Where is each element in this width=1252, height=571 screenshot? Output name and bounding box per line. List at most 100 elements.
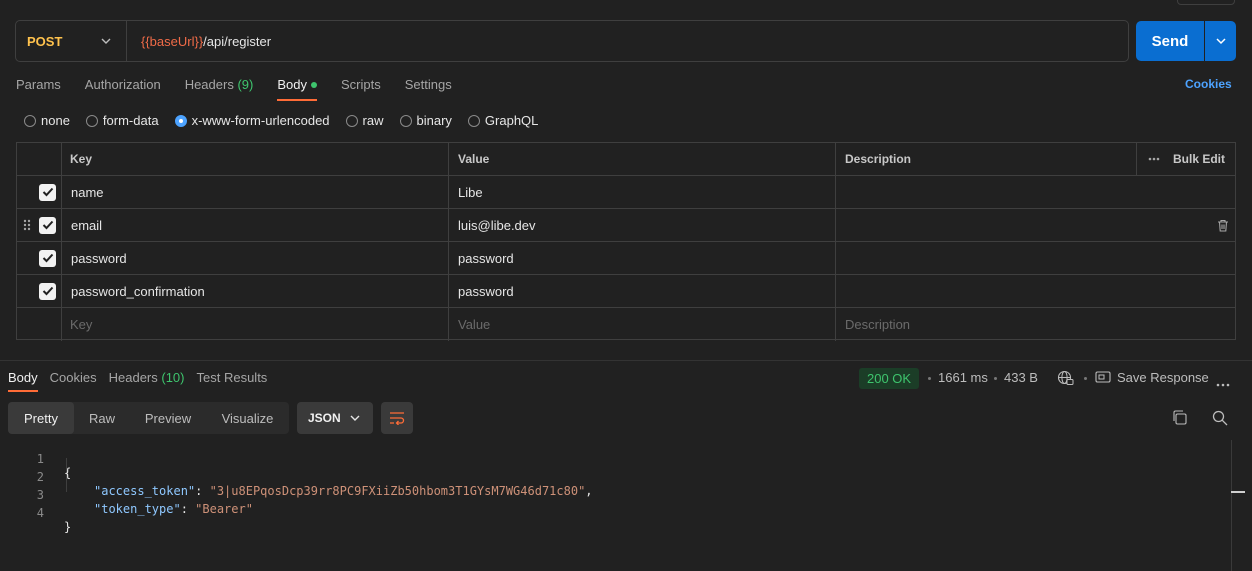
- chevron-down-icon: [350, 415, 360, 421]
- response-body-code[interactable]: 1 { 2 "access_token": "3|u8EPqosDcp39rr8…: [0, 438, 1232, 534]
- method-label: POST: [27, 33, 63, 49]
- table-header: Key Value Description Bulk Edit: [17, 143, 1235, 176]
- line-number: 4: [36, 506, 44, 520]
- save-icon[interactable]: [1095, 370, 1111, 387]
- chevron-down-icon: [1215, 38, 1226, 45]
- wrap-lines-button[interactable]: [381, 402, 413, 434]
- header-value: Value: [458, 152, 490, 166]
- headers-count: (9): [237, 77, 254, 92]
- code-text: }: [64, 520, 72, 534]
- save-response-button[interactable]: Save Response: [1117, 370, 1209, 385]
- table-row: password password: [17, 242, 1235, 275]
- url-path: /api/register: [203, 33, 272, 49]
- radio-icon: [85, 114, 98, 127]
- response-tabs: Body Cookies Headers (10) Test Results: [8, 370, 279, 392]
- tab-params[interactable]: Params: [16, 77, 61, 101]
- new-key-input[interactable]: Key: [70, 308, 92, 341]
- more-options-icon[interactable]: [1216, 375, 1230, 390]
- table-row: name Libe: [17, 176, 1235, 209]
- row-value[interactable]: password: [458, 275, 514, 307]
- body-type-urlencoded[interactable]: x-www-form-urlencoded: [174, 113, 330, 128]
- row-checkbox[interactable]: [39, 242, 56, 274]
- response-size[interactable]: 433 B: [1004, 370, 1038, 385]
- body-type-form-data[interactable]: form-data: [85, 113, 159, 128]
- table-row: email luis@libe.dev: [17, 209, 1235, 242]
- row-key[interactable]: email: [71, 209, 102, 241]
- table-row-empty: Key Value Description: [17, 308, 1235, 341]
- radio-selected-icon: [174, 114, 187, 127]
- row-value[interactable]: luis@libe.dev: [458, 209, 536, 241]
- radio-icon: [24, 114, 36, 127]
- separator-dot: [994, 377, 997, 380]
- url-variable: {{baseUrl}}: [141, 33, 204, 49]
- response-time[interactable]: 1661 ms: [938, 370, 988, 385]
- row-checkbox[interactable]: [39, 209, 56, 241]
- radio-icon: [467, 114, 480, 127]
- code-line: 4 }: [0, 492, 1232, 534]
- cookies-link[interactable]: Cookies: [1185, 77, 1232, 91]
- drag-handle-icon[interactable]: [23, 209, 31, 241]
- request-url-bar: POST {{baseUrl}}/api/register: [15, 20, 1129, 62]
- response-tab-body[interactable]: Body: [8, 370, 38, 392]
- header-description: Description: [845, 152, 912, 166]
- format-preview[interactable]: Preview: [130, 402, 206, 434]
- language-select[interactable]: JSON: [297, 402, 373, 434]
- send-button[interactable]: Send: [1136, 21, 1204, 61]
- code-line: 2 "access_token": "3|u8EPqosDcp39rr8PC9F…: [0, 456, 1232, 498]
- method-select[interactable]: POST: [16, 21, 127, 61]
- code-line: 3 "token_type": "Bearer": [0, 474, 1232, 516]
- new-description-input[interactable]: Description: [845, 308, 910, 341]
- tab-authorization[interactable]: Authorization: [85, 77, 161, 101]
- response-divider[interactable]: [0, 360, 1252, 361]
- code-line: 1 {: [0, 438, 1232, 480]
- scrollbar-track[interactable]: [1231, 440, 1232, 571]
- row-key[interactable]: password_confirmation: [71, 275, 205, 307]
- radio-icon: [345, 114, 358, 127]
- format-toggle: Pretty Raw Preview Visualize: [8, 402, 289, 434]
- body-type-raw[interactable]: raw: [345, 113, 384, 128]
- format-raw[interactable]: Raw: [74, 402, 130, 434]
- bulk-edit-button[interactable]: Bulk Edit: [1173, 143, 1225, 175]
- check-icon: [42, 187, 53, 197]
- trash-icon[interactable]: [1217, 209, 1229, 241]
- wrap-lines-icon: [390, 412, 405, 425]
- row-key[interactable]: name: [71, 176, 104, 208]
- body-type-none[interactable]: none: [24, 113, 70, 128]
- row-checkbox[interactable]: [39, 275, 56, 307]
- row-key[interactable]: password: [71, 242, 127, 274]
- body-type-graphql[interactable]: GraphQL: [467, 113, 538, 128]
- row-value[interactable]: Libe: [458, 176, 483, 208]
- header-key: Key: [70, 152, 93, 166]
- body-type-binary[interactable]: binary: [399, 113, 452, 128]
- response-tab-cookies[interactable]: Cookies: [50, 370, 97, 392]
- tab-scripts[interactable]: Scripts: [341, 77, 381, 101]
- search-icon[interactable]: [1212, 410, 1228, 429]
- tab-headers[interactable]: Headers (9): [185, 77, 254, 101]
- check-icon: [42, 286, 53, 296]
- format-visualize[interactable]: Visualize: [206, 402, 289, 434]
- row-checkbox[interactable]: [39, 176, 56, 208]
- response-tab-headers[interactable]: Headers (10): [109, 370, 185, 392]
- tab-body[interactable]: Body: [277, 77, 317, 101]
- separator-dot: [1084, 377, 1087, 380]
- separator-dot: [928, 377, 931, 380]
- check-icon: [42, 253, 53, 263]
- copy-icon[interactable]: [1172, 410, 1187, 428]
- network-globe-icon[interactable]: [1057, 370, 1074, 389]
- response-tab-test-results[interactable]: Test Results: [197, 370, 268, 392]
- table-row: password_confirmation password: [17, 275, 1235, 308]
- more-options-icon[interactable]: [1148, 143, 1160, 175]
- url-input[interactable]: {{baseUrl}}/api/register: [127, 34, 271, 49]
- row-value[interactable]: password: [458, 242, 514, 274]
- chevron-down-icon: [101, 38, 111, 44]
- tab-settings[interactable]: Settings: [405, 77, 452, 101]
- check-icon: [42, 220, 53, 230]
- format-pretty[interactable]: Pretty: [8, 402, 74, 434]
- scrollbar-marker[interactable]: [1231, 491, 1245, 493]
- request-tabs: Params Authorization Headers (9) Body Sc…: [16, 77, 476, 101]
- send-options-button[interactable]: [1205, 21, 1236, 61]
- top-right-button-stub[interactable]: [1177, 0, 1235, 5]
- new-value-input[interactable]: Value: [458, 308, 490, 341]
- body-params-table: Key Value Description Bulk Edit name Lib…: [16, 142, 1236, 341]
- status-badge[interactable]: 200 OK: [859, 368, 920, 389]
